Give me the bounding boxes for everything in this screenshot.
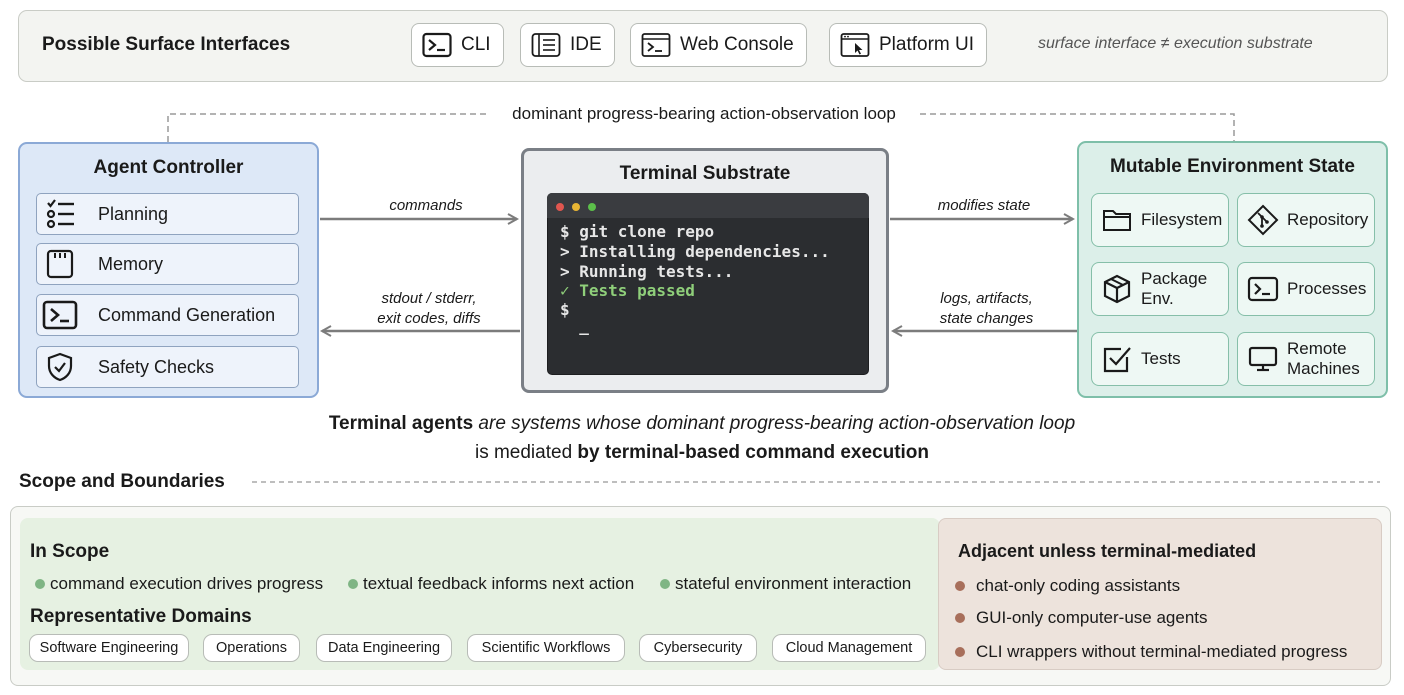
bullet-text: textual feedback informs next action <box>363 574 635 593</box>
shield-check-icon <box>47 352 73 382</box>
domain-pill: Operations <box>203 634 300 662</box>
terminal-line-success: ✓ Tests passed <box>560 281 695 300</box>
adjacent-text: chat-only coding assistants <box>976 576 1181 595</box>
terminal-cursor: _ <box>560 316 589 335</box>
interface-cli: CLI <box>411 23 504 67</box>
interface-label: CLI <box>461 34 491 55</box>
modifies-label: modifies state <box>937 197 1031 214</box>
interface-label: Platform UI <box>879 34 975 55</box>
env-item-processes: Processes <box>1237 262 1375 316</box>
memory-card-icon <box>46 249 74 279</box>
agent-item-label: Planning <box>98 203 169 224</box>
domain-pill: Scientific Workflows <box>467 634 625 662</box>
terminal-prompt-icon <box>1247 276 1279 302</box>
domain-pill: Software Engineering <box>29 634 189 662</box>
web-terminal-icon <box>641 33 671 57</box>
logs-label-line: state changes <box>939 310 1034 328</box>
domains-title: Representative Domains <box>30 606 252 627</box>
env-item-label: Filesystem <box>1141 209 1223 229</box>
agent-item-memory: Memory <box>36 243 299 285</box>
loop-label: dominant progress-bearing action-observa… <box>490 104 918 124</box>
agent-item-planning: Planning <box>36 193 299 235</box>
terminal-line: > Running tests... <box>560 262 734 281</box>
terminal-line: $ git clone repo <box>560 222 715 241</box>
interface-platform-ui: Platform UI <box>829 23 988 67</box>
bullet-text: command execution drives progress <box>50 574 324 593</box>
definition-text: is mediated <box>474 442 578 463</box>
environment-title: Mutable Environment State <box>1110 156 1355 177</box>
bullet-dot-icon <box>955 613 965 623</box>
logs-label-line: logs, artifacts, <box>940 290 1033 307</box>
domain-pill: Cybersecurity <box>639 634 757 662</box>
interface-label: IDE <box>570 34 602 55</box>
adjacent-text: GUI-only computer-use agents <box>976 608 1208 627</box>
interface-label: Web Console <box>680 34 794 55</box>
env-item-label: Package Env. <box>1141 268 1208 308</box>
bullet-text: stateful environment interaction <box>675 574 912 593</box>
definition-emphasis: by terminal-based command execution <box>577 442 930 463</box>
logs-label: logs, artifacts, state changes <box>914 289 1059 330</box>
adjacent-item: GUI-only computer-use agents <box>955 608 1208 628</box>
env-item-tests: Tests <box>1091 332 1229 386</box>
in-scope-bullet: command execution drives progress <box>35 574 323 594</box>
definition-term: Terminal agents <box>328 413 474 434</box>
terminal-title: Terminal Substrate <box>619 163 791 184</box>
domain-pill: Cloud Management <box>772 634 926 662</box>
bullet-dot-icon <box>955 647 965 657</box>
agent-item-command-generation: Command Generation <box>36 294 299 336</box>
folder-icon <box>1103 210 1131 231</box>
scope-title: Scope and Boundaries <box>19 471 225 492</box>
env-item-remote-machines: Remote Machines <box>1237 332 1375 386</box>
bullet-dot-icon <box>955 581 965 591</box>
bullet-dot-icon <box>660 579 670 589</box>
interface-web-console: Web Console <box>630 23 807 67</box>
window-cursor-icon <box>840 33 870 57</box>
env-item-repository: Repository <box>1237 193 1375 247</box>
definition-line-2: is mediated by terminal-based command ex… <box>0 442 1404 464</box>
git-icon <box>1247 204 1279 236</box>
adjacent-item: CLI wrappers without terminal-mediated p… <box>955 642 1347 662</box>
surface-note: surface interface ≠ execution substrate <box>1038 35 1313 52</box>
close-dot-icon <box>556 203 564 211</box>
agent-item-label: Safety Checks <box>98 356 215 377</box>
adjacent-item: chat-only coding assistants <box>955 576 1180 596</box>
env-item-label: Tests <box>1141 348 1181 368</box>
feedback-label-line: stdout / stderr, <box>381 290 477 307</box>
definition-line-1: Terminal agents are systems whose domina… <box>0 413 1404 435</box>
in-scope-bullet: stateful environment interaction <box>660 574 911 594</box>
env-item-filesystem: Filesystem <box>1091 193 1229 247</box>
monitor-icon <box>1248 346 1278 372</box>
definition-text: are systems whose dominant progress-bear… <box>473 413 1076 434</box>
feedback-label-line: exit codes, diffs <box>377 310 481 328</box>
commands-label: commands <box>389 197 463 214</box>
agent-item-label: Memory <box>98 253 164 274</box>
bullet-dot-icon <box>35 579 45 589</box>
editor-icon <box>531 33 561 57</box>
terminal-line: > Installing dependencies... <box>560 242 830 261</box>
in-scope-title: In Scope <box>30 541 110 562</box>
interface-ide: IDE <box>520 23 615 67</box>
maximize-dot-icon <box>588 203 596 211</box>
package-icon <box>1103 274 1131 304</box>
bullet-dot-icon <box>348 579 358 589</box>
minimize-dot-icon <box>572 203 580 211</box>
agent-item-safety-checks: Safety Checks <box>36 346 299 388</box>
surface-title: Possible Surface Interfaces <box>42 34 291 55</box>
terminal-prompt-icon <box>422 32 452 58</box>
env-item-label: Remote Machines <box>1287 338 1360 378</box>
env-item-package-env: Package Env. <box>1091 262 1229 316</box>
in-scope-bullet: textual feedback informs next action <box>348 574 634 594</box>
agent-item-label: Command Generation <box>98 304 276 325</box>
env-item-label: Repository <box>1287 209 1369 229</box>
checklist-icon <box>46 199 74 229</box>
terminal-prompt-icon <box>42 300 78 330</box>
agent-controller-title: Agent Controller <box>93 157 244 178</box>
adjacent-text: CLI wrappers without terminal-mediated p… <box>976 642 1348 661</box>
feedback-label: stdout / stderr, exit codes, diffs <box>354 289 504 330</box>
domain-pill: Data Engineering <box>316 634 452 662</box>
env-item-label: Processes <box>1287 278 1367 298</box>
checkbox-icon <box>1103 347 1131 373</box>
adjacent-title: Adjacent unless terminal-mediated <box>958 541 1257 561</box>
